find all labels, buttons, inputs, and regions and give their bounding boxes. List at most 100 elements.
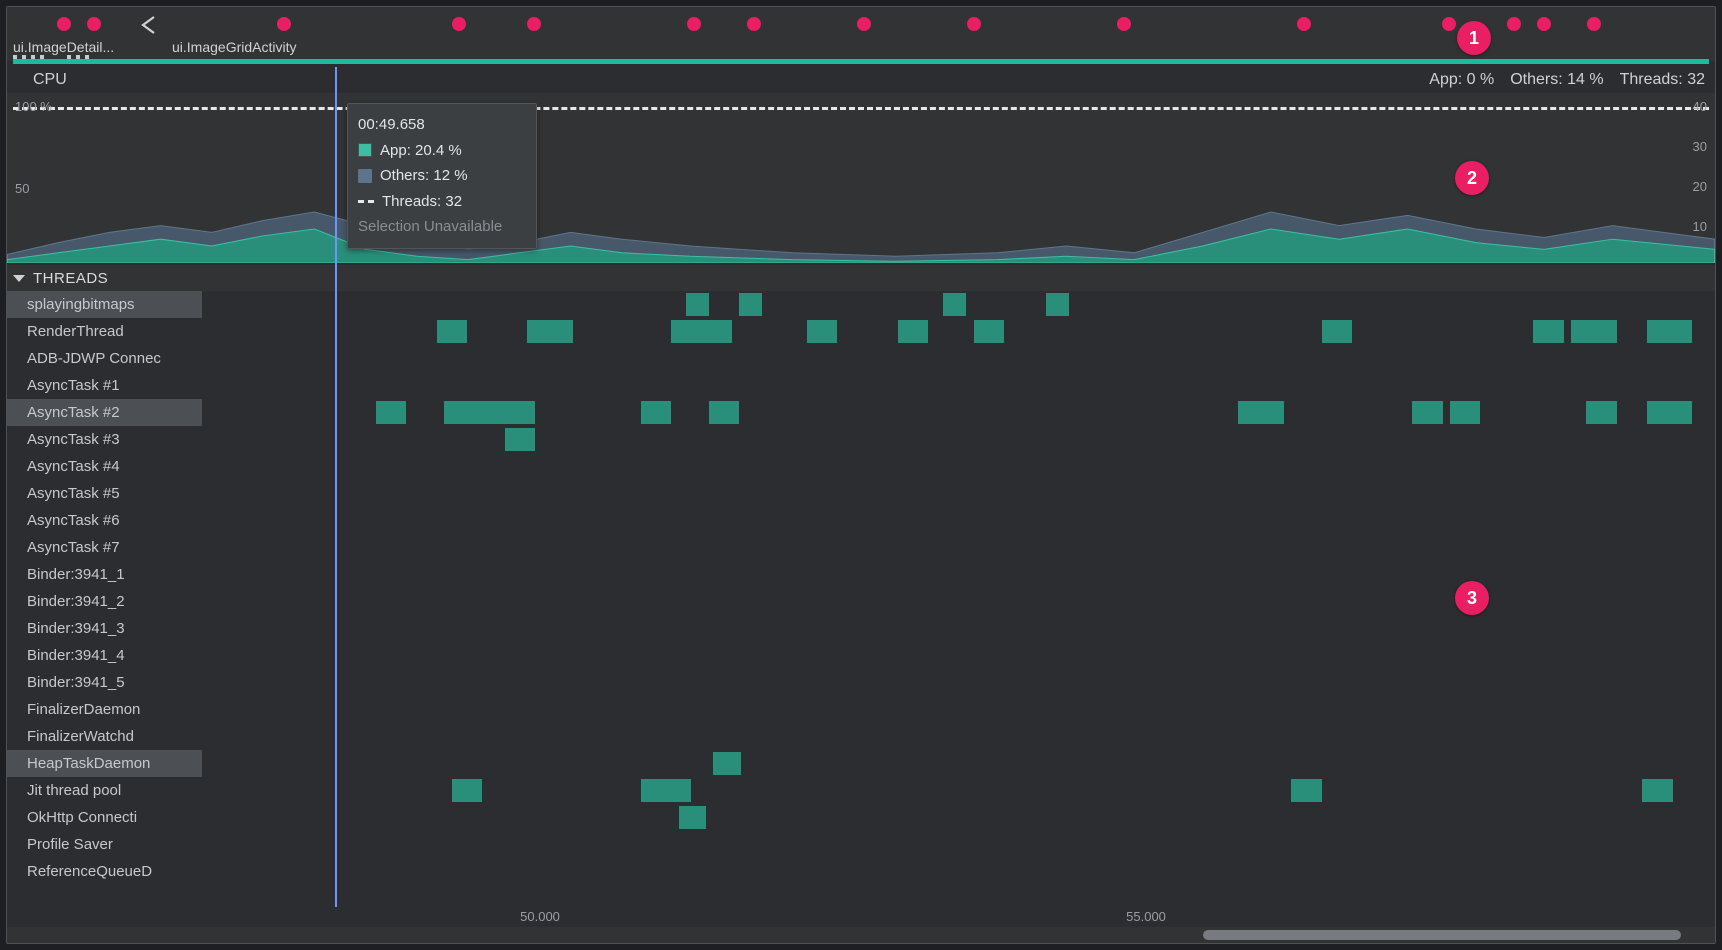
activity-block[interactable] — [1291, 779, 1321, 802]
thread-lane[interactable] — [202, 696, 1715, 723]
user-event-dot[interactable] — [452, 17, 466, 31]
thread-name[interactable]: RenderThread — [7, 318, 202, 345]
thread-name[interactable]: Binder:3941_5 — [7, 669, 202, 696]
horizontal-scrollbar[interactable] — [7, 927, 1715, 943]
user-event-dot[interactable] — [967, 17, 981, 31]
activity-block[interactable] — [1533, 320, 1563, 343]
thread-name[interactable]: HeapTaskDaemon — [7, 750, 202, 777]
chevron-down-icon — [13, 275, 25, 282]
activity-block[interactable] — [376, 401, 406, 424]
user-event-dot[interactable] — [57, 17, 71, 31]
thread-name[interactable]: ADB-JDWP Connec — [7, 345, 202, 372]
thread-lane[interactable] — [202, 858, 1715, 885]
user-event-dot[interactable] — [527, 17, 541, 31]
activity-block[interactable] — [1412, 401, 1442, 424]
thread-lane[interactable] — [202, 345, 1715, 372]
thread-lane[interactable] — [202, 642, 1715, 669]
thread-lane[interactable] — [202, 723, 1715, 750]
thread-lane[interactable] — [202, 804, 1715, 831]
threads-header[interactable]: THREADS — [7, 265, 1715, 291]
thread-name[interactable]: AsyncTask #7 — [7, 534, 202, 561]
thread-name[interactable]: FinalizerDaemon — [7, 696, 202, 723]
activity-block[interactable] — [807, 320, 837, 343]
thread-lane[interactable] — [202, 399, 1715, 426]
thread-name[interactable]: ReferenceQueueD — [7, 858, 202, 885]
activity-block[interactable] — [1642, 779, 1672, 802]
activity-block[interactable] — [1322, 320, 1352, 343]
activity-block[interactable] — [444, 401, 535, 424]
thread-name[interactable]: Profile Saver — [7, 831, 202, 858]
scrollbar-thumb[interactable] — [1203, 930, 1681, 940]
activity-block[interactable] — [641, 401, 671, 424]
activity-block[interactable] — [1571, 320, 1616, 343]
thread-name[interactable]: AsyncTask #3 — [7, 426, 202, 453]
activity-block[interactable] — [686, 293, 709, 316]
activity-block[interactable] — [679, 806, 706, 829]
thread-lane[interactable] — [202, 318, 1715, 345]
thread-name[interactable]: Binder:3941_1 — [7, 561, 202, 588]
thread-lane[interactable] — [202, 453, 1715, 480]
user-event-dot[interactable] — [857, 17, 871, 31]
thread-lane[interactable] — [202, 534, 1715, 561]
activity-block[interactable] — [437, 320, 467, 343]
user-event-dot[interactable] — [1297, 17, 1311, 31]
activity-block[interactable] — [943, 293, 966, 316]
thread-lane[interactable] — [202, 507, 1715, 534]
thread-name[interactable]: Binder:3941_2 — [7, 588, 202, 615]
timeline-bar[interactable] — [13, 59, 1709, 64]
activity-block[interactable] — [1046, 293, 1069, 316]
thread-lane[interactable] — [202, 372, 1715, 399]
time-cursor[interactable] — [335, 67, 337, 907]
activity-block[interactable] — [671, 320, 732, 343]
thread-lane[interactable] — [202, 831, 1715, 858]
user-event-dot[interactable] — [1117, 17, 1131, 31]
user-event-dot[interactable] — [747, 17, 761, 31]
cpu-title: CPU — [33, 71, 67, 89]
thread-name[interactable]: AsyncTask #1 — [7, 372, 202, 399]
activity-block[interactable] — [663, 779, 690, 802]
activity-block[interactable] — [1647, 401, 1692, 424]
activity-block[interactable] — [452, 779, 482, 802]
tooltip-app: App: 20.4 % — [380, 138, 462, 164]
activity-block[interactable] — [1450, 401, 1480, 424]
activity-block[interactable] — [1238, 401, 1283, 424]
user-event-dot[interactable] — [87, 17, 101, 31]
activity-block[interactable] — [739, 293, 762, 316]
thread-lane[interactable] — [202, 291, 1715, 318]
thread-name[interactable]: AsyncTask #4 — [7, 453, 202, 480]
cpu-header: CPU App: 0 % Others: 14 % Threads: 32 — [7, 67, 1715, 93]
thread-lane[interactable] — [202, 615, 1715, 642]
thread-lane[interactable] — [202, 750, 1715, 777]
activity-block[interactable] — [709, 401, 739, 424]
activity-block[interactable] — [898, 320, 928, 343]
activity-block[interactable] — [713, 752, 740, 775]
thread-lane[interactable] — [202, 426, 1715, 453]
activity-block[interactable] — [527, 320, 572, 343]
thread-name[interactable]: Jit thread pool — [7, 777, 202, 804]
activity-block[interactable] — [1647, 320, 1692, 343]
thread-name[interactable]: AsyncTask #5 — [7, 480, 202, 507]
user-event-dot[interactable] — [1442, 17, 1456, 31]
tooltip-selection-unavailable: Selection Unavailable — [358, 214, 526, 240]
activity-block[interactable] — [505, 428, 535, 451]
thread-lane[interactable] — [202, 669, 1715, 696]
thread-lane[interactable] — [202, 561, 1715, 588]
thread-name[interactable]: Binder:3941_3 — [7, 615, 202, 642]
activity-block[interactable] — [1586, 401, 1616, 424]
thread-name[interactable]: OkHttp Connecti — [7, 804, 202, 831]
user-event-dot[interactable] — [1587, 17, 1601, 31]
thread-lane[interactable] — [202, 777, 1715, 804]
thread-lane[interactable] — [202, 480, 1715, 507]
activity-block[interactable] — [974, 320, 1004, 343]
callout-1: 1 — [1457, 21, 1491, 55]
thread-name[interactable]: Binder:3941_4 — [7, 642, 202, 669]
user-event-dot[interactable] — [1537, 17, 1551, 31]
user-event-dot[interactable] — [277, 17, 291, 31]
user-event-dot[interactable] — [1507, 17, 1521, 31]
thread-name[interactable]: AsyncTask #6 — [7, 507, 202, 534]
thread-name[interactable]: AsyncTask #2 — [7, 399, 202, 426]
cpu-threads-value: Threads: 32 — [1620, 71, 1705, 89]
thread-name[interactable]: FinalizerWatchd — [7, 723, 202, 750]
thread-name[interactable]: splayingbitmaps — [7, 291, 202, 318]
user-event-dot[interactable] — [687, 17, 701, 31]
